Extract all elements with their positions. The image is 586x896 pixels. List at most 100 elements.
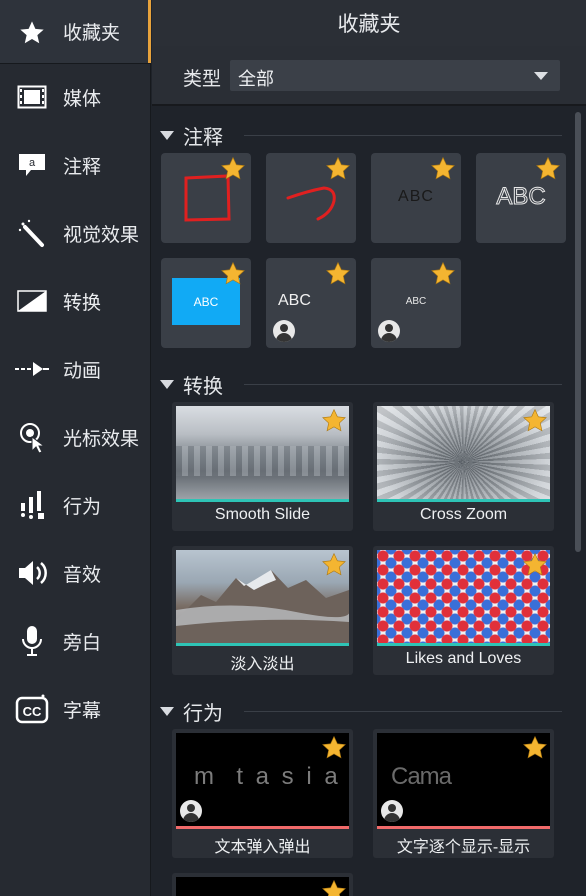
sidebar-item-media[interactable]: 媒体 xyxy=(0,64,151,130)
annotation-tile-text-small[interactable]: ABC xyxy=(371,153,461,243)
collapse-triangle-icon xyxy=(160,131,174,140)
sidebar-item-animations[interactable]: 动画 xyxy=(0,336,151,402)
behavior-preview-text: Cama xyxy=(391,763,452,790)
annotation-tile-red-square[interactable] xyxy=(161,153,251,243)
annotation-text-sample: ABC xyxy=(193,294,219,309)
user-avatar-icon xyxy=(378,320,400,342)
section-header-transitions[interactable]: 转换 xyxy=(160,370,223,399)
transition-indicator-bar xyxy=(377,643,550,646)
sidebar: 收藏夹 媒体 a 注释 视觉效果 转换 动画 光标效果 行为 音效 旁白 CC … xyxy=(0,0,151,896)
transition-caption: 淡入淡出 xyxy=(230,656,295,673)
magic-wand-icon xyxy=(15,216,49,250)
favorite-star-icon[interactable] xyxy=(535,156,561,182)
sidebar-item-cursor-effects[interactable]: 光标效果 xyxy=(0,404,151,470)
sidebar-item-audio-effects[interactable]: 音效 xyxy=(0,540,151,606)
collapse-triangle-icon xyxy=(160,707,174,716)
behavior-card-partial[interactable] xyxy=(172,873,353,896)
favorite-star-icon[interactable] xyxy=(220,261,246,287)
favorite-star-icon[interactable] xyxy=(220,156,246,182)
sidebar-item-annotations[interactable]: a 注释 xyxy=(0,132,151,198)
annotation-icon: a xyxy=(15,148,49,182)
sidebar-item-behaviors[interactable]: 行为 xyxy=(0,472,151,538)
sidebar-item-visual-effects[interactable]: 视觉效果 xyxy=(0,200,151,266)
behavior-card-text-reveal[interactable]: Cama 文字逐个显示-显示 xyxy=(373,729,554,858)
svg-text:a: a xyxy=(29,157,36,169)
annotation-tile-blue-box[interactable]: ABC xyxy=(161,258,251,348)
section-header-behaviors[interactable]: 行为 xyxy=(160,697,223,726)
favorite-star-icon[interactable] xyxy=(430,261,456,287)
animation-arrow-icon xyxy=(15,352,49,386)
behavior-preview-text: m t a s i a xyxy=(194,763,341,790)
microphone-icon xyxy=(15,624,49,658)
favorite-star-icon[interactable] xyxy=(321,735,347,761)
sidebar-item-label: 收藏夹 xyxy=(63,23,121,44)
transition-indicator-bar xyxy=(377,499,550,502)
film-icon xyxy=(15,80,49,114)
panel-title: 收藏夹 xyxy=(337,13,401,36)
sidebar-item-label: 转换 xyxy=(63,292,102,314)
annotation-text-sample: ABC xyxy=(496,183,546,211)
sidebar-item-label: 字幕 xyxy=(63,700,102,722)
favorite-star-icon[interactable] xyxy=(321,879,347,896)
behavior-caption: 文字逐个显示-显示 xyxy=(396,839,531,856)
chevron-down-icon xyxy=(534,72,548,80)
star-icon xyxy=(15,16,49,50)
section-header-annotations[interactable]: 注释 xyxy=(160,121,223,150)
favorite-star-icon[interactable] xyxy=(325,156,351,182)
behavior-card-text-pop[interactable]: m t a s i a 文本弹入弹出 xyxy=(172,729,353,858)
sidebar-item-label: 音效 xyxy=(63,564,102,586)
transition-card-likes-and-loves[interactable]: Likes and Loves xyxy=(373,546,554,675)
type-filter-value: 全部 xyxy=(238,69,274,89)
sidebar-item-transitions[interactable]: 转换 xyxy=(0,268,151,334)
audio-icon xyxy=(15,556,49,590)
sidebar-item-label: 媒体 xyxy=(63,88,102,110)
sidebar-item-label: 动画 xyxy=(63,360,102,382)
favorite-star-icon[interactable] xyxy=(522,552,548,578)
annotation-tile-text-medium[interactable]: ABC xyxy=(266,258,356,348)
type-filter-dropdown[interactable]: 全部 xyxy=(230,60,560,91)
favorite-star-icon[interactable] xyxy=(522,735,548,761)
favorite-star-icon[interactable] xyxy=(321,408,347,434)
behavior-icon xyxy=(15,488,49,522)
favorite-star-icon[interactable] xyxy=(430,156,456,182)
sidebar-item-label: 旁白 xyxy=(63,632,102,654)
vertical-scrollbar[interactable] xyxy=(575,112,581,552)
filter-row: 类型 全部 xyxy=(152,46,586,104)
transition-caption: Smooth Slide xyxy=(214,506,311,523)
svg-text:CC: CC xyxy=(23,704,42,719)
transition-card-cross-zoom[interactable]: Cross Zoom xyxy=(373,402,554,531)
section-divider xyxy=(244,711,562,712)
favorite-star-icon[interactable] xyxy=(325,261,351,287)
type-filter-label: 类型 xyxy=(183,69,222,90)
user-avatar-icon xyxy=(273,320,295,342)
transition-caption: Likes and Loves xyxy=(405,650,522,667)
annotation-tile-red-arrow[interactable] xyxy=(266,153,356,243)
behavior-indicator-bar xyxy=(377,826,550,829)
transition-card-smooth-slide[interactable]: Smooth Slide xyxy=(172,402,353,531)
annotation-text-sample: ABC xyxy=(278,292,311,309)
transition-caption: Cross Zoom xyxy=(419,506,508,523)
favorite-star-icon[interactable] xyxy=(522,408,548,434)
favorite-star-icon[interactable] xyxy=(321,552,347,578)
section-title: 行为 xyxy=(183,703,223,725)
favorites-scroll-area[interactable]: 注释 ABC ABC ABC ABC ABC 转换 Smooth Slide C… xyxy=(152,106,586,896)
transition-indicator-bar xyxy=(176,643,349,646)
transition-indicator-bar xyxy=(176,499,349,502)
annotation-tile-text-outline[interactable]: ABC xyxy=(476,153,566,243)
behavior-caption: 文本弹入弹出 xyxy=(214,839,311,856)
annotation-tile-text-tiny[interactable]: ABC xyxy=(371,258,461,348)
section-divider xyxy=(244,135,562,136)
transition-card-fade[interactable]: 淡入淡出 xyxy=(172,546,353,675)
sidebar-item-favorites[interactable]: 收藏夹 xyxy=(0,0,151,63)
sidebar-item-captions[interactable]: CC 字幕 xyxy=(0,676,151,742)
panel-title-bar: 收藏夹 xyxy=(152,0,586,46)
captions-icon: CC xyxy=(15,692,49,726)
annotation-text-sample: ABC xyxy=(405,296,427,307)
collapse-triangle-icon xyxy=(160,380,174,389)
sidebar-item-label: 视觉效果 xyxy=(63,224,140,246)
cursor-effect-icon xyxy=(15,420,49,454)
section-title: 转换 xyxy=(183,376,223,398)
behavior-indicator-bar xyxy=(176,826,349,829)
sidebar-item-voice-narration[interactable]: 旁白 xyxy=(0,608,151,674)
user-avatar-icon xyxy=(180,800,202,822)
